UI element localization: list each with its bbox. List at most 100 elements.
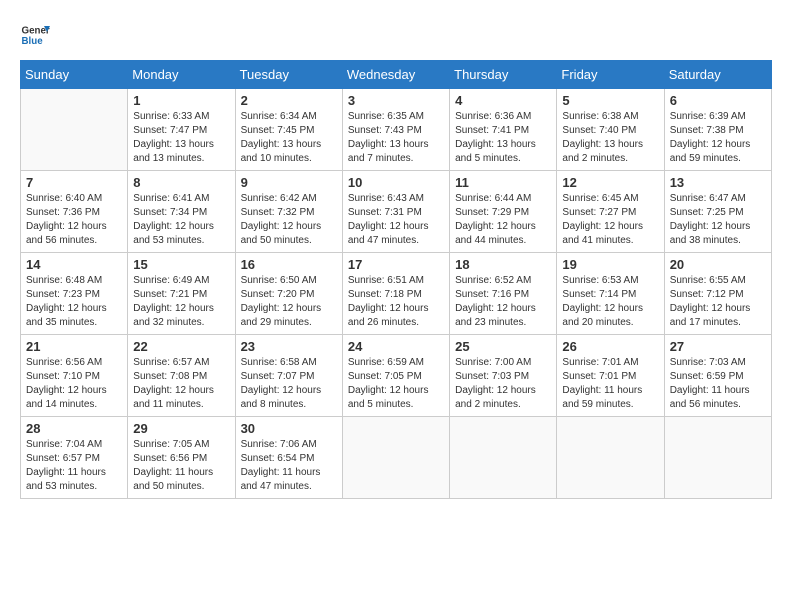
day-number: 10 <box>348 175 444 190</box>
calendar-cell <box>342 417 449 499</box>
calendar-cell: 10 Sunrise: 6:43 AM Sunset: 7:31 PM Dayli… <box>342 171 449 253</box>
day-number: 9 <box>241 175 337 190</box>
logo: General Blue <box>20 20 50 50</box>
day-info: Sunrise: 6:44 AM Sunset: 7:29 PM Dayligh… <box>455 192 551 248</box>
day-info: Sunrise: 6:56 AM Sunset: 7:10 PM Dayligh… <box>26 356 122 412</box>
day-info: Sunrise: 6:36 AM Sunset: 7:41 PM Dayligh… <box>455 110 551 166</box>
day-info: Sunrise: 6:59 AM Sunset: 7:05 PM Dayligh… <box>348 356 444 412</box>
calendar-cell: 23 Sunrise: 6:58 AM Sunset: 7:07 PM Dayli… <box>235 335 342 417</box>
day-number: 2 <box>241 93 337 108</box>
calendar-cell: 9 Sunrise: 6:42 AM Sunset: 7:32 PM Daylig… <box>235 171 342 253</box>
day-info: Sunrise: 6:41 AM Sunset: 7:34 PM Dayligh… <box>133 192 229 248</box>
day-number: 22 <box>133 339 229 354</box>
calendar-cell: 1 Sunrise: 6:33 AM Sunset: 7:47 PM Daylig… <box>128 89 235 171</box>
calendar-week-5: 28 Sunrise: 7:04 AM Sunset: 6:57 PM Dayli… <box>21 417 772 499</box>
calendar-cell: 22 Sunrise: 6:57 AM Sunset: 7:08 PM Dayli… <box>128 335 235 417</box>
day-info: Sunrise: 7:04 AM Sunset: 6:57 PM Dayligh… <box>26 438 122 494</box>
column-header-monday: Monday <box>128 61 235 89</box>
day-info: Sunrise: 6:35 AM Sunset: 7:43 PM Dayligh… <box>348 110 444 166</box>
day-number: 28 <box>26 421 122 436</box>
calendar-cell: 11 Sunrise: 6:44 AM Sunset: 7:29 PM Dayli… <box>450 171 557 253</box>
day-number: 8 <box>133 175 229 190</box>
day-number: 27 <box>670 339 766 354</box>
day-info: Sunrise: 7:05 AM Sunset: 6:56 PM Dayligh… <box>133 438 229 494</box>
day-number: 14 <box>26 257 122 272</box>
calendar-cell: 4 Sunrise: 6:36 AM Sunset: 7:41 PM Daylig… <box>450 89 557 171</box>
day-number: 24 <box>348 339 444 354</box>
calendar-cell: 7 Sunrise: 6:40 AM Sunset: 7:36 PM Daylig… <box>21 171 128 253</box>
calendar-cell: 8 Sunrise: 6:41 AM Sunset: 7:34 PM Daylig… <box>128 171 235 253</box>
day-number: 23 <box>241 339 337 354</box>
day-info: Sunrise: 6:42 AM Sunset: 7:32 PM Dayligh… <box>241 192 337 248</box>
column-header-tuesday: Tuesday <box>235 61 342 89</box>
day-number: 25 <box>455 339 551 354</box>
calendar-cell <box>664 417 771 499</box>
day-number: 19 <box>562 257 658 272</box>
day-info: Sunrise: 6:40 AM Sunset: 7:36 PM Dayligh… <box>26 192 122 248</box>
calendar-cell <box>557 417 664 499</box>
calendar-cell: 28 Sunrise: 7:04 AM Sunset: 6:57 PM Dayli… <box>21 417 128 499</box>
calendar-table: SundayMondayTuesdayWednesdayThursdayFrid… <box>20 60 772 499</box>
day-number: 11 <box>455 175 551 190</box>
day-info: Sunrise: 6:34 AM Sunset: 7:45 PM Dayligh… <box>241 110 337 166</box>
column-header-saturday: Saturday <box>664 61 771 89</box>
calendar-cell: 20Sunrise: 6:55 AM Sunset: 7:12 PM Dayli… <box>664 253 771 335</box>
day-info: Sunrise: 6:47 AM Sunset: 7:25 PM Dayligh… <box>670 192 766 248</box>
calendar-cell: 24 Sunrise: 6:59 AM Sunset: 7:05 PM Dayli… <box>342 335 449 417</box>
day-info: Sunrise: 6:57 AM Sunset: 7:08 PM Dayligh… <box>133 356 229 412</box>
day-number: 17 <box>348 257 444 272</box>
day-number: 29 <box>133 421 229 436</box>
day-info: Sunrise: 6:43 AM Sunset: 7:31 PM Dayligh… <box>348 192 444 248</box>
day-info: Sunrise: 6:50 AM Sunset: 7:20 PM Dayligh… <box>241 274 337 330</box>
day-info: Sunrise: 7:00 AM Sunset: 7:03 PM Dayligh… <box>455 356 551 412</box>
calendar-cell: 25 Sunrise: 7:00 AM Sunset: 7:03 PM Dayli… <box>450 335 557 417</box>
calendar-week-3: 14Sunrise: 6:48 AM Sunset: 7:23 PM Dayli… <box>21 253 772 335</box>
day-number: 26 <box>562 339 658 354</box>
calendar-cell: 14Sunrise: 6:48 AM Sunset: 7:23 PM Dayli… <box>21 253 128 335</box>
calendar-cell: 17 Sunrise: 6:51 AM Sunset: 7:18 PM Dayli… <box>342 253 449 335</box>
day-number: 16 <box>241 257 337 272</box>
day-number: 21 <box>26 339 122 354</box>
day-info: Sunrise: 7:01 AM Sunset: 7:01 PM Dayligh… <box>562 356 658 412</box>
day-number: 18 <box>455 257 551 272</box>
day-info: Sunrise: 6:45 AM Sunset: 7:27 PM Dayligh… <box>562 192 658 248</box>
calendar-cell <box>21 89 128 171</box>
day-info: Sunrise: 6:53 AM Sunset: 7:14 PM Dayligh… <box>562 274 658 330</box>
day-number: 1 <box>133 93 229 108</box>
calendar-cell: 30 Sunrise: 7:06 AM Sunset: 6:54 PM Dayli… <box>235 417 342 499</box>
day-info: Sunrise: 6:55 AM Sunset: 7:12 PM Dayligh… <box>670 274 766 330</box>
calendar-cell: 6 Sunrise: 6:39 AM Sunset: 7:38 PM Daylig… <box>664 89 771 171</box>
day-number: 7 <box>26 175 122 190</box>
day-info: Sunrise: 6:52 AM Sunset: 7:16 PM Dayligh… <box>455 274 551 330</box>
calendar-cell: 13 Sunrise: 6:47 AM Sunset: 7:25 PM Dayli… <box>664 171 771 253</box>
calendar-cell: 21 Sunrise: 6:56 AM Sunset: 7:10 PM Dayli… <box>21 335 128 417</box>
page-header: General Blue <box>20 20 772 50</box>
calendar-cell: 29 Sunrise: 7:05 AM Sunset: 6:56 PM Dayli… <box>128 417 235 499</box>
calendar-cell: 3Sunrise: 6:35 AM Sunset: 7:43 PM Daylig… <box>342 89 449 171</box>
column-header-thursday: Thursday <box>450 61 557 89</box>
day-info: Sunrise: 6:51 AM Sunset: 7:18 PM Dayligh… <box>348 274 444 330</box>
day-info: Sunrise: 6:58 AM Sunset: 7:07 PM Dayligh… <box>241 356 337 412</box>
day-info: Sunrise: 6:49 AM Sunset: 7:21 PM Dayligh… <box>133 274 229 330</box>
day-number: 12 <box>562 175 658 190</box>
column-header-sunday: Sunday <box>21 61 128 89</box>
calendar-cell <box>450 417 557 499</box>
calendar-cell: 27Sunrise: 7:03 AM Sunset: 6:59 PM Dayli… <box>664 335 771 417</box>
svg-text:Blue: Blue <box>22 36 44 47</box>
calendar-week-1: 1 Sunrise: 6:33 AM Sunset: 7:47 PM Daylig… <box>21 89 772 171</box>
calendar-cell: 15Sunrise: 6:49 AM Sunset: 7:21 PM Dayli… <box>128 253 235 335</box>
calendar-cell: 12 Sunrise: 6:45 AM Sunset: 7:27 PM Dayli… <box>557 171 664 253</box>
day-info: Sunrise: 7:06 AM Sunset: 6:54 PM Dayligh… <box>241 438 337 494</box>
calendar-cell: 2 Sunrise: 6:34 AM Sunset: 7:45 PM Daylig… <box>235 89 342 171</box>
day-number: 4 <box>455 93 551 108</box>
day-info: Sunrise: 6:33 AM Sunset: 7:47 PM Dayligh… <box>133 110 229 166</box>
day-number: 30 <box>241 421 337 436</box>
day-number: 13 <box>670 175 766 190</box>
day-number: 6 <box>670 93 766 108</box>
calendar-cell: 26 Sunrise: 7:01 AM Sunset: 7:01 PM Dayli… <box>557 335 664 417</box>
column-header-friday: Friday <box>557 61 664 89</box>
calendar-cell: 5Sunrise: 6:38 AM Sunset: 7:40 PM Daylig… <box>557 89 664 171</box>
calendar-cell: 19 Sunrise: 6:53 AM Sunset: 7:14 PM Dayli… <box>557 253 664 335</box>
column-header-wednesday: Wednesday <box>342 61 449 89</box>
day-info: Sunrise: 6:39 AM Sunset: 7:38 PM Dayligh… <box>670 110 766 166</box>
